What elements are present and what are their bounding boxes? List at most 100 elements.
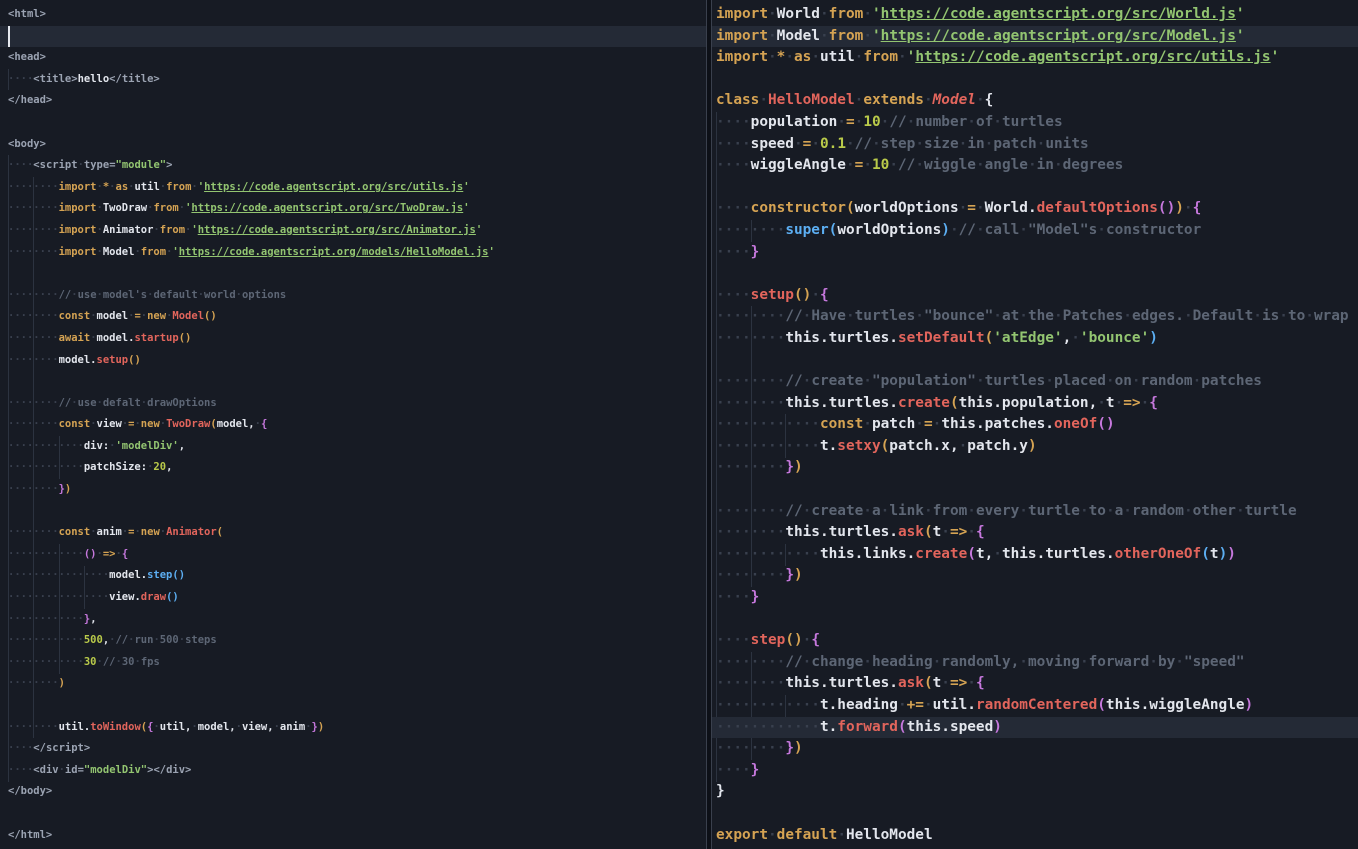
right-editor-pane[interactable]: import·World·from·'https://code.agentscr… (712, 0, 1358, 849)
code-line[interactable]: ············t.forward(this.speed) (712, 717, 1358, 739)
code-line[interactable]: ············div:·'modelDiv', (0, 436, 706, 458)
code-line[interactable] (0, 501, 706, 523)
code-line[interactable]: ········//·create·a·link·from·every·turt… (712, 501, 1358, 523)
code-token: <div (33, 764, 58, 776)
code-line[interactable]: </body> (0, 781, 706, 803)
code-line[interactable]: ····} (712, 760, 1358, 782)
code-line[interactable]: ····<div·id="modelDiv"></div> (0, 760, 706, 782)
code-line[interactable]: ········//·use·defalt·drawOptions (0, 393, 706, 415)
code-token: as (116, 181, 129, 193)
whitespace-dots: · (941, 675, 950, 691)
code-line[interactable]: ····<title>hello</title> (0, 69, 706, 91)
code-line[interactable]: </head> (0, 90, 706, 112)
code-line[interactable]: ····</script> (0, 738, 706, 760)
code-line[interactable]: import·World·from·'https://code.agentscr… (712, 4, 1358, 26)
code-line[interactable]: ················view.draw() (0, 587, 706, 609)
code-token: div: (84, 440, 109, 452)
code-line[interactable]: ········util.toWindow({·util,·model,·vie… (0, 717, 706, 739)
code-line[interactable]: ····constructor(worldOptions·=·World.def… (712, 198, 1358, 220)
code-line[interactable] (712, 609, 1358, 631)
code-line[interactable]: ············500,·//·run·500·steps (0, 630, 706, 652)
code-line[interactable]: export·default·HelloModel (712, 825, 1358, 847)
code-token: Model (777, 28, 820, 44)
whitespace-dots: · (976, 373, 985, 389)
code-token: constructor (1106, 222, 1201, 238)
code-line[interactable] (712, 177, 1358, 199)
code-line[interactable]: ····wiggleAngle·=·10·//·wiggle·angle·in·… (712, 155, 1358, 177)
code-line[interactable]: ····<script·type="module"> (0, 155, 706, 177)
code-line[interactable]: import·Model·from·'https://code.agentscr… (712, 26, 1358, 48)
code-line[interactable]: ········this.turtles.ask(t·=>·{ (712, 673, 1358, 695)
code-token: in (1037, 157, 1054, 173)
code-line[interactable]: ····} (712, 587, 1358, 609)
code-line[interactable] (0, 263, 706, 285)
code-line[interactable]: ········}) (712, 457, 1358, 479)
code-line[interactable]: class·HelloModel·extends·Model·{ (712, 90, 1358, 112)
code-line[interactable]: ············this.links.create(t,·this.tu… (712, 544, 1358, 566)
code-line[interactable] (0, 112, 706, 134)
code-token: population (751, 114, 838, 130)
code-line[interactable]: ········//·Have·turtles·"bounce"·at·the·… (712, 306, 1358, 328)
code-line[interactable]: ········model.setup() (0, 350, 706, 372)
code-token: random (1141, 373, 1193, 389)
code-line[interactable]: ········import·Model·from·'https://code.… (0, 242, 706, 264)
code-line[interactable]: ········this.turtles.create(this.populat… (712, 393, 1358, 415)
code-line[interactable]: ····} (712, 242, 1358, 264)
code-token: setxy (837, 438, 880, 454)
code-line[interactable]: import·*·as·util·from·'https://code.agen… (712, 47, 1358, 69)
code-line[interactable]: } (712, 781, 1358, 803)
code-line[interactable]: ········//·use·model's·default·world·opt… (0, 285, 706, 307)
code-line[interactable]: ········this.turtles.ask(t·=>·{ (712, 522, 1358, 544)
whitespace-dots: · (915, 136, 924, 152)
code-token: Model (103, 246, 135, 258)
code-line[interactable]: <head> (0, 47, 706, 69)
code-line[interactable]: ········import·Animator·from·'https://co… (0, 220, 706, 242)
code-line[interactable]: ········const·view·=·new·TwoDraw(model,·… (0, 414, 706, 436)
code-line[interactable] (0, 695, 706, 717)
code-line[interactable]: ········//·create·"population"·turtles·p… (712, 371, 1358, 393)
code-token: { (976, 675, 985, 691)
code-line[interactable]: ········import·*·as·util·from·'https://c… (0, 177, 706, 199)
code-line[interactable]: ············30·//·30·fps (0, 652, 706, 674)
code-line[interactable]: ········import·TwoDraw·from·'https://cod… (0, 198, 706, 220)
code-line[interactable]: ········const·anim·=·new·Animator( (0, 522, 706, 544)
code-line[interactable]: ········) (0, 673, 706, 695)
code-line[interactable] (0, 26, 706, 48)
code-line[interactable]: ············t.heading·+=·util.randomCent… (712, 695, 1358, 717)
code-line[interactable] (712, 803, 1358, 825)
code-token: this.turtles. (785, 330, 898, 346)
code-line[interactable] (712, 263, 1358, 285)
code-line[interactable]: ················model.step() (0, 565, 706, 587)
left-editor-pane[interactable]: <html> <head>····<title>hello</title></he… (0, 0, 706, 849)
code-line[interactable]: ········const·model·=·new·Model() (0, 306, 706, 328)
code-line[interactable]: ········}) (712, 738, 1358, 760)
code-line[interactable] (0, 803, 706, 825)
code-line[interactable]: ····step()·{ (712, 630, 1358, 652)
code-token: class (716, 92, 759, 108)
code-line[interactable]: ········//·change·heading·randomly,·movi… (712, 652, 1358, 674)
code-token: wiggle (924, 157, 976, 173)
code-line[interactable] (712, 69, 1358, 91)
code-line[interactable]: <body> (0, 134, 706, 156)
whitespace-dots: ················ (8, 591, 109, 603)
code-line[interactable]: ····speed·=·0.1·//·step·size·in·patch·un… (712, 134, 1358, 156)
code-line[interactable]: ········}) (712, 565, 1358, 587)
code-line[interactable]: ············patchSize:·20, (0, 457, 706, 479)
code-line[interactable]: ········await·model.startup() (0, 328, 706, 350)
code-line[interactable]: ············()·=>·{ (0, 544, 706, 566)
code-line[interactable]: ········this.turtles.setDefault('atEdge'… (712, 328, 1358, 350)
code-token: "module" (116, 159, 167, 171)
code-line[interactable]: ····population·=·10·//·number·of·turtles (712, 112, 1358, 134)
code-line[interactable]: ············const·patch·=·this.patches.o… (712, 414, 1358, 436)
code-line[interactable]: ········super(worldOptions)·//·call·"Mod… (712, 220, 1358, 242)
code-line[interactable]: ········}) (0, 479, 706, 501)
code-line[interactable] (712, 479, 1358, 501)
code-token: ) (59, 677, 65, 689)
code-line[interactable]: <html> (0, 4, 706, 26)
code-line[interactable]: ····setup()·{ (712, 285, 1358, 307)
code-line[interactable]: ············}, (0, 609, 706, 631)
code-line[interactable] (712, 350, 1358, 372)
code-line[interactable]: </html> (0, 825, 706, 847)
code-line[interactable]: ············t.setxy(patch.x,·patch.y) (712, 436, 1358, 458)
code-line[interactable] (0, 371, 706, 393)
